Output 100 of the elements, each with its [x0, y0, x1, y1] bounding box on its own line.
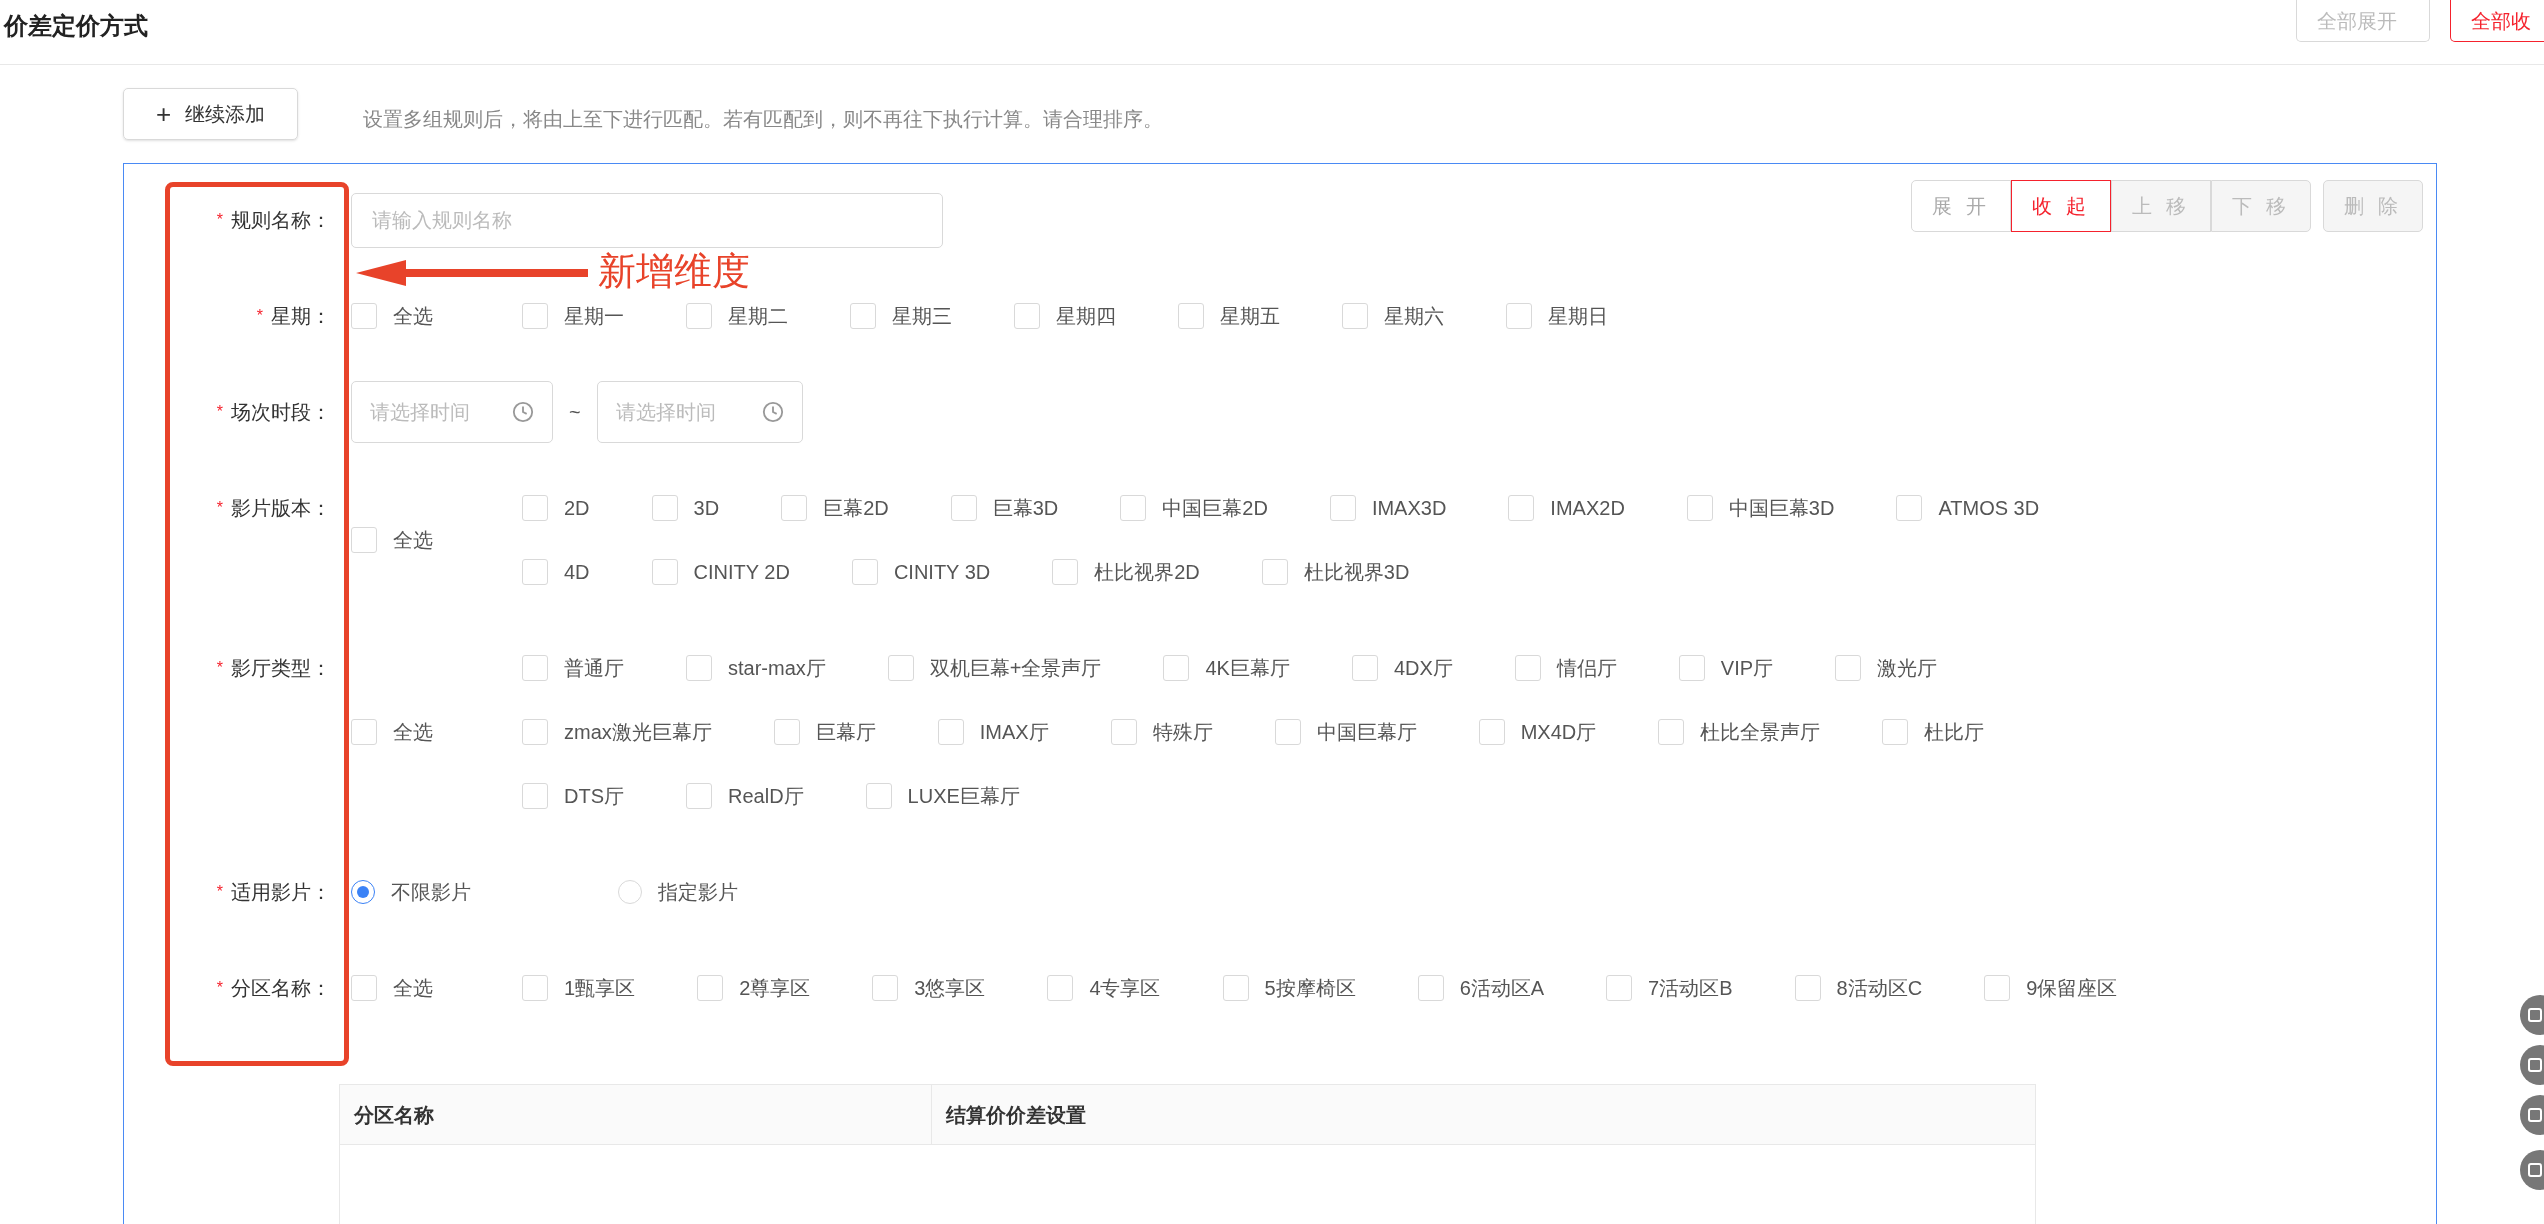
checkbox[interactable]: [1606, 975, 1633, 1001]
checkbox-label: IMAX2D: [1550, 496, 1625, 521]
field-label: 影片版本：: [231, 496, 331, 521]
checkbox[interactable]: [1896, 495, 1923, 521]
checkbox[interactable]: [686, 655, 712, 681]
checkbox[interactable]: [1261, 559, 1288, 585]
checkbox-label: 星期三: [892, 304, 952, 329]
checkbox[interactable]: [1882, 719, 1909, 745]
checkbox[interactable]: [686, 783, 712, 809]
column-header: 分区名称: [340, 1085, 932, 1144]
checkbox[interactable]: [351, 527, 377, 553]
checkbox-label: 杜比全景声厅: [1700, 720, 1821, 745]
checkbox[interactable]: [1342, 303, 1368, 329]
checkbox[interactable]: [522, 559, 548, 585]
checkbox-label: 巨幕2D: [823, 496, 889, 521]
checkbox-label: 2尊享区: [739, 976, 811, 1001]
checkbox[interactable]: [1047, 975, 1074, 1001]
checkbox-label: 杜比视界3D: [1303, 560, 1410, 585]
checkbox[interactable]: [1120, 495, 1147, 521]
time-field[interactable]: 请选择时间: [351, 381, 553, 443]
field-label: 场次时段：: [231, 400, 331, 425]
required-mark: *: [216, 658, 223, 678]
header-button[interactable]: 全部收: [2450, 0, 2544, 42]
checkbox-label: 4DX厅: [1393, 656, 1453, 681]
field-label: 分区名称：: [231, 976, 331, 1001]
checkbox[interactable]: [1110, 719, 1137, 745]
checkbox-label: 杜比视界2D: [1094, 560, 1200, 585]
checkbox[interactable]: [1222, 975, 1249, 1001]
rule-action-button[interactable]: 收 起: [2011, 180, 2111, 232]
checkbox[interactable]: [1514, 655, 1541, 681]
checkbox[interactable]: [865, 783, 892, 809]
checkbox[interactable]: [937, 719, 964, 745]
required-mark: *: [216, 498, 223, 518]
checkbox[interactable]: [887, 655, 914, 681]
checkbox-label: 全选: [393, 720, 433, 745]
rule-action-button[interactable]: 展 开: [1911, 180, 2011, 232]
checkbox-label: 2D: [564, 496, 590, 521]
add-button[interactable]: + 继续添加: [123, 88, 298, 140]
checkbox[interactable]: [351, 975, 377, 1001]
clock-icon: [512, 401, 534, 423]
required-mark: *: [216, 210, 223, 230]
checkbox-label: 巨幕3D: [992, 496, 1059, 521]
field-label: 适用影片：: [231, 880, 331, 905]
checkbox[interactable]: [1351, 655, 1378, 681]
time-field[interactable]: 请选择时间: [596, 381, 803, 443]
checkbox[interactable]: [872, 975, 899, 1001]
checkbox[interactable]: [522, 783, 548, 809]
checkbox-label: IMAX厅: [979, 720, 1049, 745]
checkbox[interactable]: [1658, 719, 1685, 745]
checkbox[interactable]: [522, 655, 548, 681]
checkbox-label: 中国巨幕3D: [1728, 496, 1835, 521]
checkbox-label: 特殊厅: [1152, 720, 1213, 745]
checkbox-label: 星期一: [564, 304, 624, 329]
checkbox[interactable]: [950, 495, 977, 521]
checkbox[interactable]: [1478, 719, 1505, 745]
checkbox[interactable]: [351, 303, 377, 329]
checkbox[interactable]: [697, 975, 724, 1001]
header-button[interactable]: 全部展开: [2296, 0, 2430, 42]
checkbox-label: IMAX3D: [1371, 496, 1447, 521]
rule-name-field[interactable]: 请输入规则名称: [351, 192, 943, 248]
clock-icon: [761, 401, 784, 423]
checkbox[interactable]: [851, 559, 878, 585]
checkbox[interactable]: [773, 719, 800, 745]
checkbox-label: 全选: [393, 528, 433, 553]
radio-label: 不限影片: [391, 880, 471, 905]
checkbox[interactable]: [1163, 655, 1190, 681]
checkbox[interactable]: [522, 975, 548, 1001]
checkbox[interactable]: [686, 303, 712, 329]
checkbox[interactable]: [1052, 559, 1079, 585]
checkbox[interactable]: [1984, 975, 2011, 1001]
checkbox[interactable]: [1417, 975, 1444, 1001]
checkbox[interactable]: [1178, 303, 1204, 329]
checkbox[interactable]: [1329, 495, 1356, 521]
checkbox[interactable]: [1794, 975, 1821, 1001]
checkbox[interactable]: [1678, 655, 1705, 681]
checkbox[interactable]: [850, 303, 876, 329]
checkbox[interactable]: [651, 559, 678, 585]
checkbox[interactable]: [651, 495, 678, 521]
field-label: 星期：: [271, 304, 331, 329]
checkbox-label: 9保留座区: [2026, 976, 2118, 1001]
checkbox[interactable]: [522, 303, 548, 329]
checkbox-label: 8活动区C: [1836, 976, 1923, 1001]
checkbox[interactable]: [1274, 719, 1301, 745]
required-mark: *: [216, 978, 223, 998]
required-mark: *: [256, 306, 263, 326]
checkbox-label: 全选: [393, 976, 433, 1001]
checkbox[interactable]: [1014, 303, 1040, 329]
checkbox-label: 巨幕厅: [815, 720, 876, 745]
checkbox[interactable]: [781, 495, 808, 521]
checkbox-label: 6活动区A: [1459, 976, 1545, 1001]
checkbox[interactable]: [522, 719, 548, 745]
checkbox[interactable]: [1686, 495, 1713, 521]
checkbox[interactable]: [351, 719, 377, 745]
required-mark: *: [216, 402, 223, 422]
checkbox[interactable]: [1835, 655, 1862, 681]
radio-label: 指定影片: [658, 880, 738, 905]
checkbox[interactable]: [1508, 495, 1535, 521]
checkbox[interactable]: [522, 495, 548, 521]
checkbox[interactable]: [1506, 303, 1532, 329]
page-title: 价差定价方式: [4, 11, 148, 41]
